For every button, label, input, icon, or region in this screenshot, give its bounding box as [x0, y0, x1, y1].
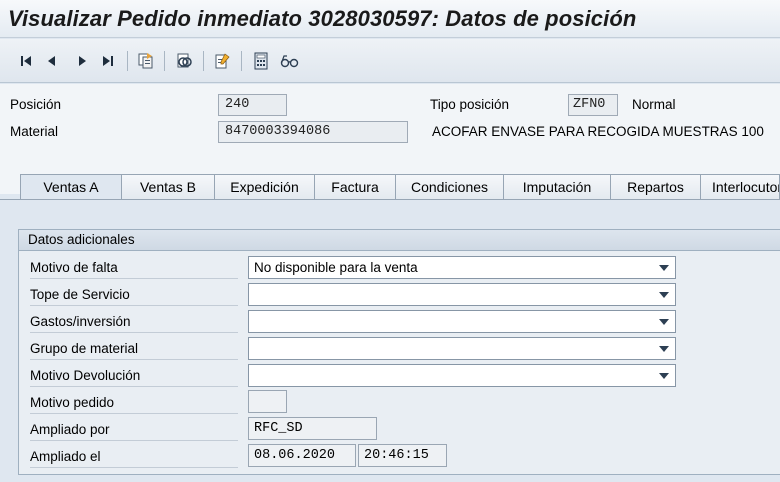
toolbar-separator [241, 51, 242, 71]
chevron-down-icon[interactable] [659, 373, 669, 379]
tope-servicio-dropdown[interactable] [248, 283, 676, 306]
calculator-icon[interactable] [251, 51, 271, 71]
next-page-icon[interactable] [72, 51, 92, 71]
tipo-posicion-label: Tipo posición [430, 97, 510, 112]
tope-servicio-label: Tope de Servicio [30, 284, 238, 306]
chevron-down-icon[interactable] [659, 319, 669, 325]
ampliado-el-time-field[interactable]: 20:46:15 [358, 444, 447, 467]
tab-interlocutores[interactable]: Interlocutores [700, 174, 780, 200]
group-title: Datos adicionales [19, 230, 780, 251]
tipo-posicion-description: Normal [632, 97, 676, 112]
tab-imputacion[interactable]: Imputación [503, 174, 611, 200]
tab-strip: Ventas A Ventas B Expedición Factura Con… [0, 174, 780, 200]
posicion-field[interactable]: 240 [218, 94, 287, 116]
display-object-icon[interactable] [174, 51, 194, 71]
tab-ventas-b[interactable]: Ventas B [121, 174, 215, 200]
last-page-icon[interactable] [98, 51, 118, 71]
tab-factura[interactable]: Factura [314, 174, 396, 200]
tipo-posicion-field[interactable]: ZFN0 [568, 94, 618, 116]
toolbar-separator [203, 51, 204, 71]
chevron-down-icon[interactable] [659, 265, 669, 271]
tab-repartos[interactable]: Repartos [610, 174, 701, 200]
motivo-pedido-field[interactable] [248, 390, 287, 413]
application-toolbar [0, 39, 780, 83]
motivo-falta-value: No disponible para la venta [254, 260, 418, 275]
chevron-down-icon[interactable] [659, 292, 669, 298]
ampliado-por-label: Ampliado por [30, 419, 238, 441]
ampliado-por-field[interactable]: RFC_SD [248, 417, 377, 440]
grupo-material-dropdown[interactable] [248, 337, 676, 360]
glasses-icon[interactable] [280, 51, 300, 71]
motivo-falta-label: Motivo de falta [30, 257, 238, 279]
first-page-icon[interactable] [16, 51, 36, 71]
toolbar-separator [164, 51, 165, 71]
motivo-devolucion-dropdown[interactable] [248, 364, 676, 387]
motivo-pedido-label: Motivo pedido [30, 392, 238, 414]
material-field[interactable]: 8470003394086 [218, 121, 408, 143]
previous-page-icon[interactable] [42, 51, 62, 71]
ampliado-el-label: Ampliado el [30, 446, 238, 468]
material-label: Material [10, 124, 59, 139]
tab-condiciones[interactable]: Condiciones [395, 174, 504, 200]
edit-document-icon[interactable] [212, 51, 232, 71]
grupo-material-label: Grupo de material [30, 338, 238, 360]
chevron-down-icon[interactable] [659, 346, 669, 352]
tab-ventas-a[interactable]: Ventas A [20, 174, 122, 200]
material-description: ACOFAR ENVASE PARA RECOGIDA MUESTRAS 100 [432, 124, 764, 139]
gastos-inversion-dropdown[interactable] [248, 310, 676, 333]
ampliado-el-date-field[interactable]: 08.06.2020 [248, 444, 356, 467]
motivo-falta-dropdown[interactable]: No disponible para la venta [248, 256, 676, 279]
title-bar: Visualizar Pedido inmediato 3028030597: … [0, 0, 780, 38]
motivo-devolucion-label: Motivo Devolución [30, 365, 238, 387]
posicion-label: Posición [10, 97, 62, 112]
gastos-inversion-label: Gastos/inversión [30, 311, 238, 333]
toolbar-separator [127, 51, 128, 71]
page-title: Visualizar Pedido inmediato 3028030597: … [8, 6, 637, 31]
tab-expedicion[interactable]: Expedición [214, 174, 315, 200]
document-copy-icon[interactable] [136, 51, 156, 71]
